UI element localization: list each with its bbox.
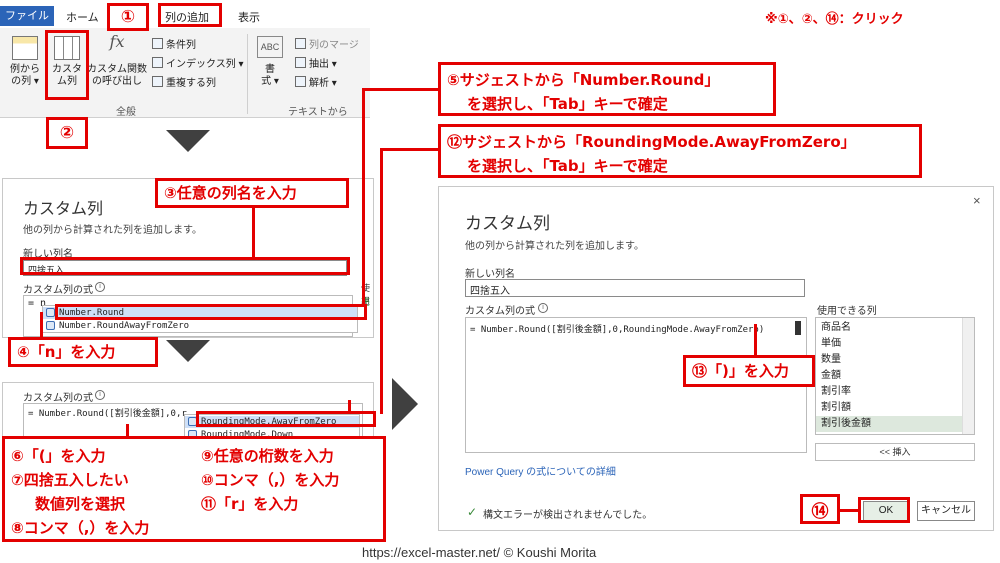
duplicate-icon (152, 76, 163, 87)
callout-step-9: ⑨任意の桁数を入力 (201, 447, 334, 465)
ribbon-separator (247, 34, 248, 114)
connector-line (362, 88, 365, 306)
highlight-column-name (20, 257, 350, 275)
arrow-right-icon (392, 378, 418, 430)
function-icon (46, 308, 55, 317)
cancel-button[interactable]: キャンセル (917, 501, 975, 521)
extract-button[interactable]: 抽出 ▾ (295, 55, 337, 70)
list-scrollbar[interactable] (962, 318, 974, 434)
index-column-button[interactable]: インデックス列 ▾ (152, 55, 244, 70)
callout-step-3: ③任意の列名を入力 (155, 178, 349, 208)
column-from-examples-button[interactable]: 例から の列 ▾ (8, 36, 42, 88)
formula-label: カスタム列の式 (23, 393, 93, 404)
merge-columns-button[interactable]: 列のマージ (295, 36, 359, 51)
invoke-custom-function-button[interactable]: fx カスタム関数 の呼び出し (86, 32, 148, 88)
callout-step-4: ④「n」を入力 (8, 337, 158, 367)
format-button[interactable]: ABC 書 式 ▾ (254, 36, 286, 88)
info-icon: i (95, 390, 105, 400)
tab-file[interactable]: ファイル (0, 6, 54, 26)
dialog-subtitle: 他の列から計算された列を追加します。 (465, 241, 644, 252)
conditional-icon (152, 38, 163, 49)
arrow-down-icon (166, 130, 210, 152)
callout-step-1: ① (107, 3, 149, 31)
connector-line (840, 509, 860, 512)
abc-icon: ABC (257, 36, 283, 58)
suggestion-item[interactable]: Number.RoundAwayFromZero (43, 320, 357, 332)
dialog-subtitle: 他の列から計算された列を追加します。 (23, 225, 202, 236)
callout-step-12: ⑫サジェストから「RoundingMode.AwayFromZero」 を選択し… (438, 124, 922, 178)
merge-icon (295, 38, 306, 49)
table-icon (12, 36, 38, 60)
available-columns-label: 使用できる列 (817, 306, 877, 317)
close-icon[interactable]: × (973, 193, 981, 208)
connector-line (362, 88, 440, 91)
parse-icon (295, 76, 306, 87)
check-icon: ✓ (467, 505, 478, 519)
legend-text: ※①、②、⑭：クリック (765, 12, 904, 27)
connector-line (348, 400, 351, 412)
callout-step-7-cont: 数値列を選択 (35, 495, 126, 513)
power-query-help-link[interactable]: Power Query の式についての詳細 (465, 463, 616, 478)
column-list-item[interactable]: 割引率 (816, 384, 974, 400)
callout-step-7: ⑦四捨五入したい (11, 471, 129, 489)
available-columns-list: 商品名 単価 数量 金額 割引率 割引額 割引後金額 (815, 317, 975, 435)
column-list-item[interactable]: 金額 (816, 368, 974, 384)
connector-line (380, 148, 440, 151)
callout-step-11: ⑪「r」を入力 (201, 495, 299, 513)
formula-label: カスタム列の式 (465, 306, 535, 317)
column-list-item[interactable]: 割引額 (816, 400, 974, 416)
connector-line (126, 424, 129, 438)
callout-step-12-line2: を選択し、「Tab」キーで確定 (467, 157, 668, 175)
group-label-general: 全般 (116, 107, 136, 118)
extract-icon (295, 57, 306, 68)
highlight-ok-button (858, 497, 910, 523)
info-icon: i (95, 282, 105, 292)
column-list-item[interactable]: 数量 (816, 352, 974, 368)
callout-step-2: ② (46, 117, 88, 149)
tab-home[interactable]: ホーム (66, 9, 99, 25)
formula-label: カスタム列の式 (23, 285, 93, 296)
highlight-custom-column-button (45, 30, 89, 100)
parse-button[interactable]: 解析 ▾ (295, 74, 337, 89)
conditional-column-button[interactable]: 条件列 (152, 36, 196, 51)
callout-step-5-line1: ⑤サジェストから「Number.Round」 (447, 71, 720, 89)
callout-step-5-line2: を選択し、「Tab」キーで確定 (467, 95, 668, 113)
dialog-title: カスタム列 (465, 214, 550, 233)
info-icon: i (538, 303, 548, 313)
formula-scrollbar[interactable] (795, 321, 801, 335)
callout-step-8: ⑧コンマ（,）を入力 (11, 519, 150, 537)
connector-line (380, 148, 383, 414)
connector-line (40, 312, 43, 338)
connector-line (252, 208, 255, 258)
column-list-item[interactable]: 商品名 (816, 320, 974, 336)
column-list-item-selected[interactable]: 割引後金額 (816, 416, 974, 432)
arrow-down-icon (166, 340, 210, 362)
function-icon: fx (109, 32, 125, 51)
callout-step-12-line1: ⑫サジェストから「RoundingMode.AwayFromZero」 (447, 133, 856, 151)
connector-line (754, 324, 757, 356)
new-column-label: 新しい列名 (465, 269, 515, 280)
index-icon (152, 57, 163, 68)
insert-button[interactable]: << 挿入 (815, 443, 975, 461)
callout-step-13: ⑬「)」を入力 (683, 355, 815, 387)
callout-step-5: ⑤サジェストから「Number.Round」 を選択し、「Tab」キーで確定 (438, 62, 776, 116)
callout-step-10: ⑩コンマ（,）を入力 (201, 471, 340, 489)
highlight-suggestion-away-from-zero (196, 411, 376, 427)
callout-step-6: ⑥「(」を入力 (11, 447, 106, 465)
function-icon (46, 321, 55, 330)
tab-view[interactable]: 表示 (238, 9, 260, 25)
highlight-suggestion-number-round (55, 304, 367, 320)
callout-step-14: ⑭ (800, 494, 840, 524)
highlight-add-column-tab (158, 3, 222, 27)
group-label-from-text: テキストから (288, 107, 348, 118)
status-text: 構文エラーが検出されませんでした。 (483, 510, 653, 521)
callout-steps-6-to-11: ⑥「(」を入力 ⑦四捨五入したい 数値列を選択 ⑧コンマ（,）を入力 ⑨任意の桁… (2, 436, 386, 542)
column-list-item[interactable]: 単価 (816, 336, 974, 352)
footer-credit: https://excel-master.net/ © Koushi Morit… (362, 545, 597, 560)
dialog-title: カスタム列 (23, 201, 104, 218)
new-column-input[interactable]: 四捨五入 (465, 279, 805, 297)
duplicate-column-button[interactable]: 重複する列 (152, 74, 216, 89)
